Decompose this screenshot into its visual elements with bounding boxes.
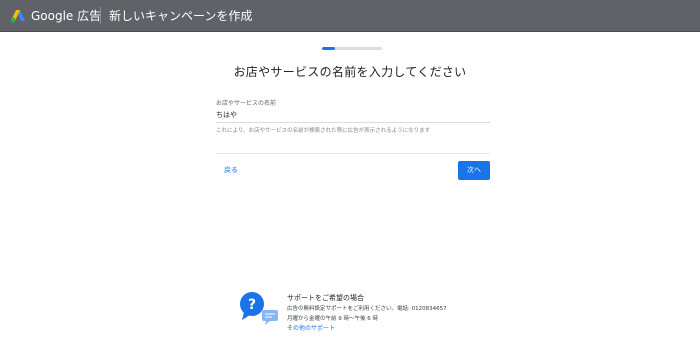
svg-text:?: ? bbox=[248, 297, 256, 313]
form-divider bbox=[216, 153, 490, 154]
step-title: お店やサービスの名前を入力してください bbox=[233, 65, 467, 79]
google-ads-logo-icon[interactable] bbox=[10, 9, 26, 23]
support-chat-icon: ? bbox=[240, 292, 278, 325]
back-button[interactable]: 戻る bbox=[218, 162, 244, 178]
support-phone-text: 広告の無料設定サポートをご利用ください。電話: 0120834657 bbox=[287, 306, 447, 312]
top-app-bar: Google 広告 新しいキャンペーンを作成 bbox=[0, 0, 700, 32]
business-name-input[interactable] bbox=[216, 108, 490, 123]
business-name-label: お店やサービスの名前 bbox=[216, 100, 277, 107]
page-heading: 新しいキャンペーンを作成 bbox=[109, 9, 253, 23]
next-button[interactable]: 次へ bbox=[458, 161, 490, 180]
brand-name: Google 広告 bbox=[31, 9, 102, 23]
progress-fill bbox=[322, 47, 336, 50]
support-hours-text: 月曜から金曜の午前 9 時〜午後 6 時 bbox=[287, 316, 378, 322]
progress-bar bbox=[322, 47, 382, 50]
other-support-link[interactable]: その他のサポート bbox=[287, 323, 335, 332]
header-divider bbox=[100, 7, 101, 24]
business-name-hint: これにより、お店やサービスの名前が検索された際に広告が表示されるようになります bbox=[216, 128, 431, 134]
support-title: サポートをご希望の場合 bbox=[287, 294, 364, 302]
